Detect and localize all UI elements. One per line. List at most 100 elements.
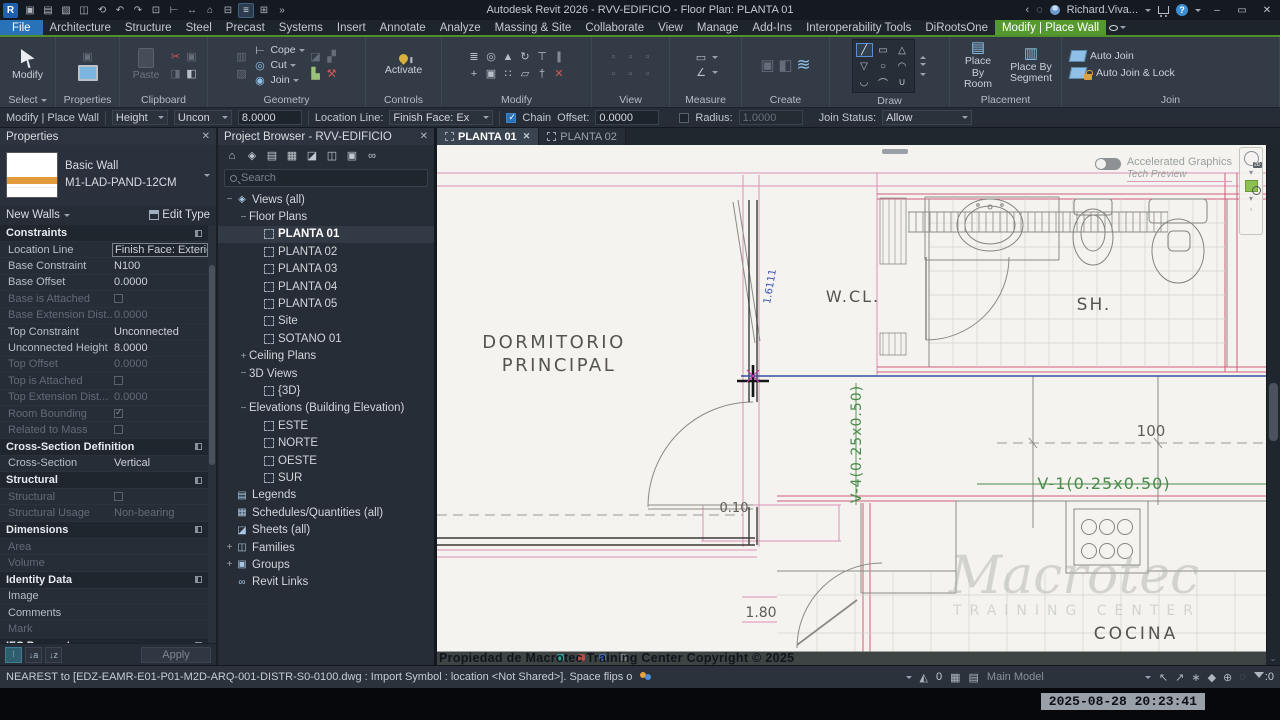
array-icon[interactable]: ∷ — [501, 67, 516, 81]
filter-selector[interactable]: New Walls — [6, 209, 60, 221]
property-value[interactable] — [112, 409, 208, 419]
align-icon[interactable]: ≣ — [467, 50, 482, 64]
avatar[interactable] — [1049, 5, 1060, 15]
ribbon-tab-collaborate[interactable]: Collaborate — [578, 20, 651, 35]
sync-icon[interactable]: ⟲ — [94, 3, 110, 18]
home-3d-icon[interactable]: ⌂ — [202, 3, 218, 18]
search-icon[interactable]: ◌ — [1036, 4, 1043, 16]
paste-aligned-icon[interactable]: ▥ — [234, 50, 249, 64]
property-row-top-extension-dist[interactable]: Top Extension Dist... 0.0000 — [0, 389, 208, 406]
scrollbar-thumb[interactable] — [1269, 383, 1278, 441]
demolish-icon[interactable]: ▙ — [308, 67, 323, 81]
ribbon-tab-architecture[interactable]: Architecture — [43, 20, 118, 35]
open-icon[interactable]: ▧ — [58, 3, 74, 18]
design-option-dropdown[interactable]: Main Model — [987, 671, 1137, 683]
ribbon-tab-insert[interactable]: Insert — [330, 20, 373, 35]
mirror-icon[interactable]: ▲ — [501, 50, 516, 64]
tree-item-planta-04[interactable]: PLANTA 04 — [218, 278, 434, 295]
home-icon[interactable]: ⌂ — [224, 148, 240, 163]
property-value[interactable]: 0.0000 — [112, 309, 208, 321]
modify-place-wall-panel-toggle[interactable] — [1106, 20, 1128, 35]
select-links-icon[interactable]: ↖ — [1159, 671, 1168, 684]
properties-scrollbar[interactable] — [208, 225, 216, 643]
top-level-dropdown[interactable]: Uncon — [173, 110, 232, 125]
match-properties-icon[interactable]: ◧ — [184, 67, 199, 81]
geometry-panel-label[interactable]: Geometry — [208, 93, 365, 107]
ribbon-tab-manage[interactable]: Manage — [690, 20, 746, 35]
property-row-area[interactable]: Area — [0, 538, 208, 556]
create-group-icon[interactable]: ▣ — [760, 57, 775, 74]
view-tab-planta-02[interactable]: PLANTA 02 — [539, 128, 626, 145]
activate-controls-button[interactable]: Activate — [380, 51, 427, 78]
tree-item-oeste[interactable]: OESTE — [218, 452, 434, 469]
associate-parameter-icon[interactable]: ⁝ — [5, 646, 22, 663]
select-faces-icon[interactable]: ◆ — [1208, 671, 1216, 684]
checkbox-icon[interactable] — [114, 425, 123, 435]
placement-panel-label[interactable]: Placement — [950, 94, 1061, 107]
expander-icon[interactable]: − — [238, 368, 249, 379]
ribbon-tab-dirootsone[interactable]: DiRootsOne — [918, 20, 995, 35]
links-icon[interactable]: ∞ — [364, 148, 380, 163]
expander-icon[interactable]: − — [224, 194, 235, 205]
nav-collapse-icon[interactable]: ▾ — [1249, 169, 1253, 177]
chevron-down-icon[interactable] — [204, 173, 210, 180]
tree-item-este[interactable]: ESTE — [218, 417, 434, 434]
circle-icon[interactable]: ○ — [875, 59, 892, 73]
property-row-image[interactable]: Image — [0, 588, 208, 606]
ribbon-tab-analyze[interactable]: Analyze — [433, 20, 488, 35]
tree-item-3d-views[interactable]: −3D Views — [218, 365, 434, 382]
view-icon-4[interactable]: ▫ — [606, 67, 621, 81]
property-row-location-line[interactable]: Location Line Finish Face: Exterior — [0, 242, 208, 259]
tree-item-norte[interactable]: NORTE — [218, 434, 434, 451]
auto-join-button[interactable]: Auto Join — [1068, 50, 1134, 62]
undo-icon[interactable]: ↶ — [112, 3, 128, 18]
property-row-structural[interactable]: Structural — [0, 489, 208, 506]
reveal-constraints-icon[interactable]: ◌ — [1239, 671, 1246, 683]
trim-icon[interactable]: ⊤ — [535, 50, 550, 64]
edit-type-button[interactable]: Edit Type — [149, 209, 210, 221]
join-panel-label[interactable]: Join — [1062, 93, 1279, 107]
tree-item-sur[interactable]: SUR — [218, 469, 434, 486]
chevron-down-icon[interactable] — [1144, 675, 1151, 682]
pin-icon[interactable] — [195, 526, 202, 534]
circumscribed-polygon-icon[interactable]: ▽ — [856, 59, 873, 73]
property-row-unconnected-height[interactable]: Unconnected Height 8.0000 — [0, 340, 208, 357]
worksets-icon[interactable]: ▦ — [950, 671, 960, 684]
filter-button[interactable]: :0 — [1253, 671, 1274, 683]
signed-in-user[interactable]: Richard.Viva... — [1067, 4, 1138, 16]
toggle-switch-icon[interactable] — [1094, 158, 1121, 170]
ribbon-tab-massing-site[interactable]: Massing & Site — [488, 20, 579, 35]
print-icon[interactable]: ⊡ — [148, 3, 164, 18]
view-icon-1[interactable]: ▫ — [606, 50, 621, 64]
help-caret-icon[interactable] — [1195, 8, 1201, 15]
ribbon-tab-structure[interactable]: Structure — [118, 20, 179, 35]
scrollbar-thumb[interactable] — [882, 149, 908, 154]
legends-icon[interactable]: ▤ — [264, 148, 280, 163]
sort-descending-icon[interactable]: ↓z — [45, 646, 62, 663]
groups-icon[interactable]: ▣ — [344, 148, 360, 163]
floor-plan[interactable]: 100 0.10 1.80 1.6111 V-1(0.25x0.50) V-4(… — [437, 145, 1267, 652]
copy-icon[interactable]: ▣ — [184, 50, 199, 64]
properties-panel-label[interactable]: Properties — [56, 93, 119, 107]
place-by-room-button[interactable]: ▤ Place By Room — [954, 39, 1002, 92]
view-panel-label[interactable]: View — [592, 93, 669, 107]
schedules-icon[interactable]: ▦ — [284, 148, 300, 163]
property-value[interactable]: Non-bearing — [112, 507, 208, 519]
move-icon[interactable]: + — [467, 67, 482, 81]
property-value[interactable]: 8.0000 — [112, 342, 208, 354]
help-icon[interactable]: ? — [1176, 4, 1188, 16]
user-menu-caret-icon[interactable] — [1145, 8, 1151, 15]
cart-icon[interactable] — [1158, 6, 1169, 17]
apply-button[interactable]: Apply — [141, 646, 211, 663]
temporary-dimension[interactable]: 1.6111 — [762, 268, 779, 304]
thin-lines-icon[interactable]: ≡ — [238, 2, 254, 18]
property-value[interactable]: 0.0000 — [112, 276, 208, 288]
property-row-base-is-attached[interactable]: Base is Attached — [0, 291, 208, 308]
more-icon[interactable]: » — [274, 3, 290, 18]
property-row-base-offset[interactable]: Base Offset 0.0000 — [0, 274, 208, 292]
tree-item-groups[interactable]: + ▣ Groups — [218, 556, 434, 573]
arc-tangent-icon[interactable]: ⌒ — [875, 75, 892, 90]
tree-item-sotano-01[interactable]: SOTANO 01 — [218, 330, 434, 347]
gallery-expand-icon[interactable] — [919, 73, 926, 79]
save-icon[interactable]: ◫ — [76, 3, 92, 18]
